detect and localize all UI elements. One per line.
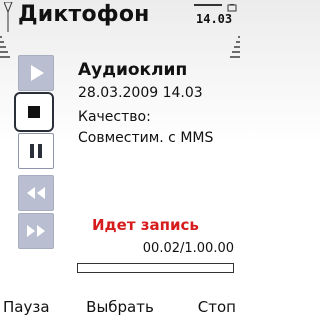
- pause-icon: [30, 144, 42, 158]
- recording-status: Идет запись: [92, 216, 199, 234]
- signal-strength-icon: [0, 36, 10, 58]
- fast-forward-icon: [27, 225, 45, 237]
- battery-icon: [227, 4, 237, 12]
- quality-label: Качество:: [78, 109, 151, 125]
- page-title: Диктофон: [18, 2, 150, 27]
- quality-value: Совместим. с MMS: [78, 130, 214, 146]
- status-bar: Диктофон 14.03: [0, 0, 240, 58]
- stop-button[interactable]: [14, 92, 54, 132]
- clock-divider: [194, 4, 222, 6]
- recording-progress-bar: [77, 263, 234, 273]
- stop-icon: [28, 106, 40, 118]
- playback-controls: [14, 55, 58, 255]
- clip-title: Аудиоклип: [78, 60, 188, 80]
- antenna-icon: [4, 2, 13, 32]
- softkey-right-stop[interactable]: Стоп: [198, 298, 236, 316]
- rewind-icon: [27, 187, 45, 199]
- fast-forward-button[interactable]: [18, 213, 54, 249]
- rewind-button[interactable]: [18, 175, 54, 211]
- softkey-bar: Пауза Выбрать Стоп: [0, 298, 240, 320]
- clip-date: 28.03.2009 14.03: [78, 85, 203, 101]
- recording-time: 00.02/1.00.00: [142, 241, 234, 256]
- pause-button[interactable]: [18, 133, 54, 169]
- battery-level-icon: [230, 36, 240, 58]
- play-button[interactable]: [18, 55, 54, 91]
- play-icon: [31, 65, 44, 81]
- clock: 14.03: [196, 12, 233, 26]
